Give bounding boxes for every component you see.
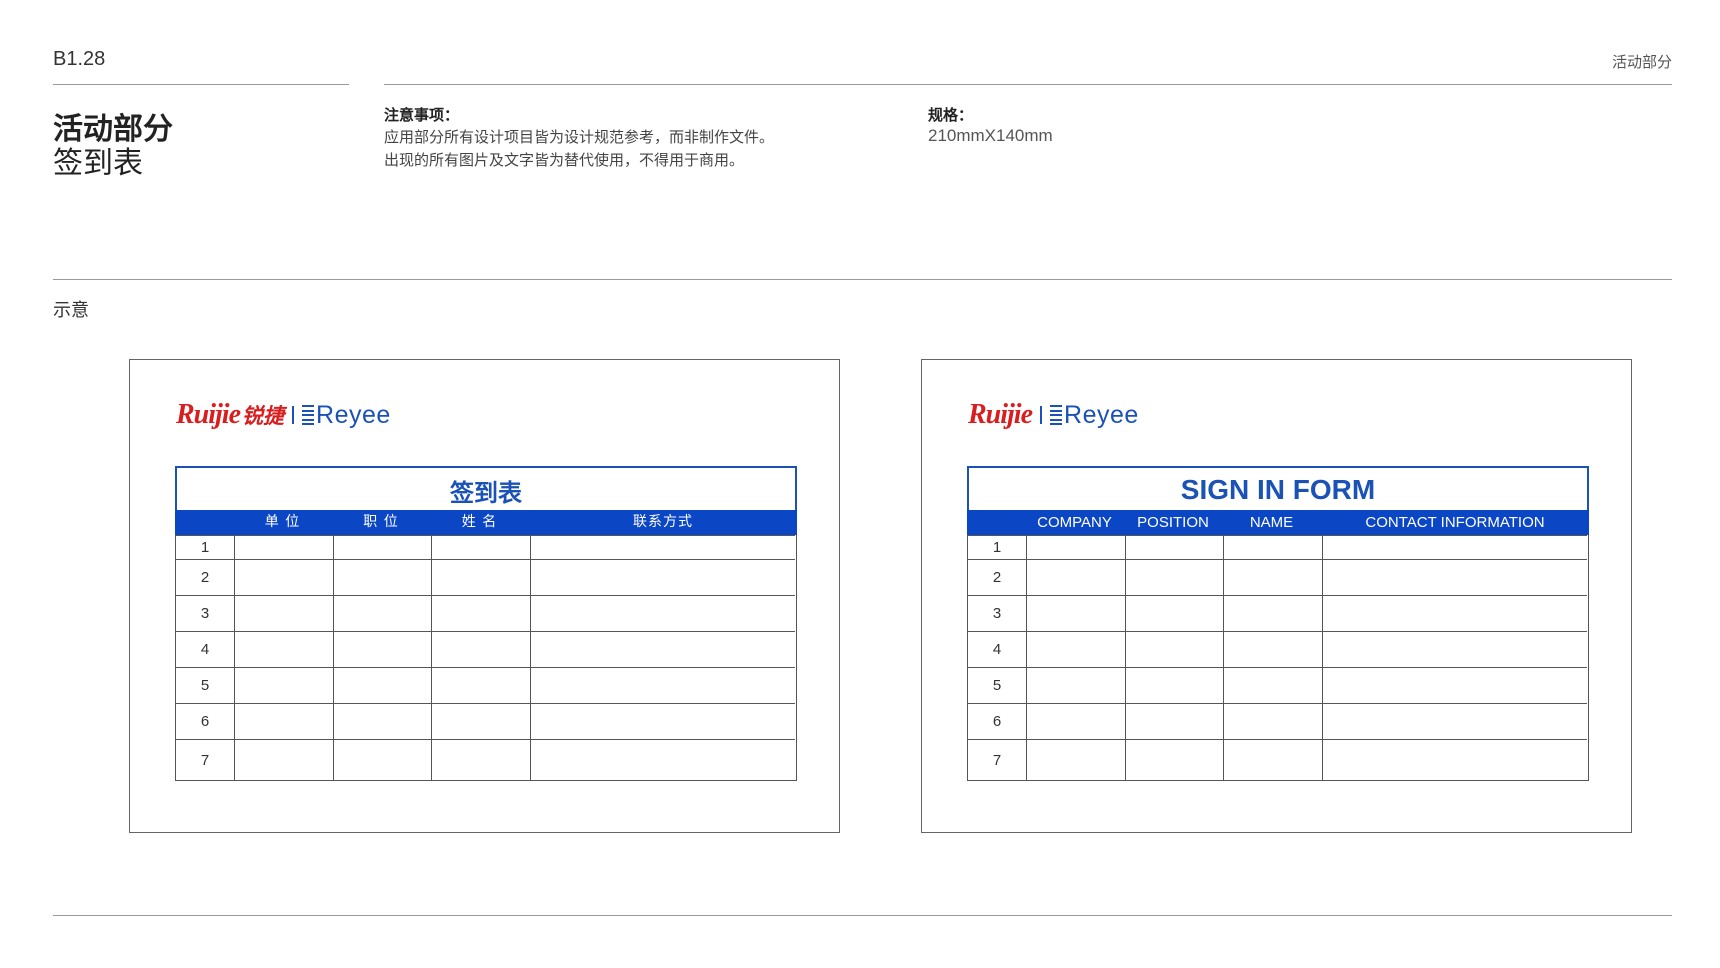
brand-logo: Ruijie 锐捷 Reyee [176, 398, 391, 432]
brand-logo: Ruijie Reyee [968, 398, 1139, 432]
divider-bottom [53, 915, 1672, 916]
row-number: 1 [992, 539, 1002, 556]
table-header: COMPANY POSITION NAME CONTACT INFORMATIO… [967, 510, 1589, 535]
ruijie-logo-cn: 锐捷 [242, 404, 285, 428]
table-row: 1 [968, 535, 1587, 559]
table-row: 4 [176, 631, 795, 667]
reyee-mark-icon [302, 405, 315, 425]
column-header-position: POSITION [1137, 514, 1209, 531]
row-number: 7 [200, 751, 210, 769]
reyee-logo-text: Reyee [316, 400, 391, 429]
table-row: 7 [176, 739, 795, 780]
section-name-top: 活动部分 [1611, 54, 1672, 71]
sign-in-table: 签到表 单 位 职 位 姓 名 联系方式 1 2 3 4 5 6 7 [175, 466, 797, 781]
form-title: 签到表 [175, 466, 797, 512]
row-number: 4 [992, 641, 1002, 658]
logo-separator [292, 406, 295, 424]
row-number: 4 [200, 641, 210, 658]
divider-right [384, 84, 1672, 85]
column-header-position: 职 位 [363, 514, 399, 530]
table-row: 6 [968, 703, 1587, 739]
row-number: 1 [200, 539, 210, 556]
ruijie-logo-text: Ruijie [176, 399, 241, 430]
column-header-contact: CONTACT INFORMATION [1365, 514, 1545, 531]
table-row: 2 [968, 559, 1587, 595]
logo-separator [1040, 406, 1043, 424]
table-row: 5 [176, 667, 795, 703]
notes-line-2: 出现的所有图片及文字皆为替代使用，不得用于商用。 [384, 151, 745, 169]
column-header-name: NAME [1249, 514, 1294, 531]
table-row: 6 [176, 703, 795, 739]
ruijie-logo-text: Ruijie [968, 399, 1033, 430]
column-header-contact: 联系方式 [633, 514, 693, 530]
row-number: 3 [200, 605, 210, 622]
row-number: 5 [992, 677, 1002, 694]
column-header-company: COMPANY [1037, 514, 1112, 531]
table-body: 1 2 3 4 5 6 7 [175, 535, 797, 781]
notes-heading: 注意事项： [384, 106, 460, 124]
spec-value: 210mmX140mm [928, 126, 1053, 145]
page-subtitle: 签到表 [53, 146, 143, 181]
column-header-name: 姓 名 [461, 514, 498, 530]
row-number: 6 [200, 713, 210, 730]
notes-line-1: 应用部分所有设计项目皆为设计规范参考，而非制作文件。 [384, 128, 775, 146]
row-number: 2 [992, 569, 1002, 586]
table-row: 1 [176, 535, 795, 559]
form-title: SIGN IN FORM [967, 466, 1589, 512]
table-body: 1 2 3 4 5 6 7 [967, 535, 1589, 781]
table-row: 3 [968, 595, 1587, 631]
table-row: 3 [176, 595, 795, 631]
table-row: 2 [176, 559, 795, 595]
row-number: 6 [992, 713, 1002, 730]
reyee-mark-icon [1050, 405, 1063, 425]
sign-in-table: SIGN IN FORM COMPANY POSITION NAME CONTA… [967, 466, 1589, 781]
row-number: 2 [200, 569, 210, 586]
illustration-label: 示意 [53, 300, 89, 321]
sign-in-card-en: Ruijie Reyee SIGN IN FORM COMPANY POSITI… [921, 359, 1632, 833]
spec-heading: 规格： [928, 106, 974, 124]
divider-middle [53, 279, 1672, 280]
table-row: 4 [968, 631, 1587, 667]
row-number: 5 [200, 677, 210, 694]
row-number: 3 [992, 605, 1002, 622]
reyee-logo-text: Reyee [1064, 400, 1139, 429]
divider-left [53, 84, 349, 85]
column-header-company: 单 位 [264, 514, 301, 530]
sign-in-card-cn: Ruijie 锐捷 Reyee 签到表 单 位 职 位 姓 名 联系方式 1 2… [129, 359, 840, 833]
table-row: 5 [968, 667, 1587, 703]
table-row: 7 [968, 739, 1587, 780]
row-number: 7 [992, 751, 1002, 769]
table-header: 单 位 职 位 姓 名 联系方式 [175, 510, 797, 535]
page-code: B1.28 [53, 48, 106, 70]
